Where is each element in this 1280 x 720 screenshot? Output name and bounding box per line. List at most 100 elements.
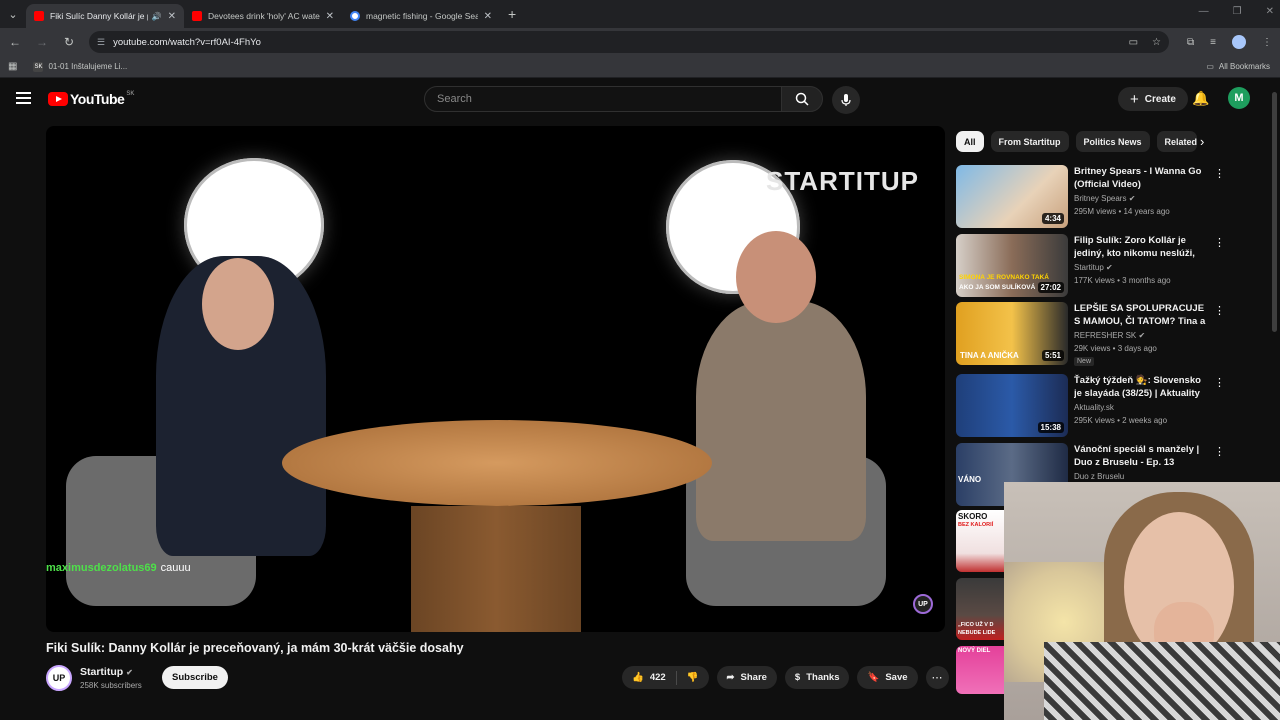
channel-text: REFRESHER SK (1074, 331, 1137, 340)
like-dislike-group: 👍 422 👎 (622, 666, 709, 689)
recommendation-title[interactable]: Filip Sulík: Zoro Kollár je jediný, kto … (1074, 234, 1208, 260)
video-thumbnail[interactable]: SKORO BEZ KALORIÍ (956, 510, 1004, 572)
page-scrollbar[interactable] (1272, 92, 1277, 332)
thanks-label: Thanks (806, 672, 840, 683)
chip-related[interactable]: Related (1156, 131, 1197, 152)
video-thumbnail[interactable]: SIMONA JE ROVNAKO TAKÁ AKO JA SOM SULÍKO… (956, 234, 1068, 297)
search-button[interactable] (781, 86, 823, 112)
new-tab-button[interactable]: + (508, 6, 516, 22)
forward-icon[interactable]: → (30, 35, 54, 49)
thumb-caption: TINA A ANIČKA (960, 351, 1019, 360)
close-tab-icon[interactable]: ✕ (168, 11, 176, 22)
browser-menu-icon[interactable]: ⋮ (1262, 37, 1272, 48)
apps-grid-icon[interactable]: ▦ (8, 61, 17, 72)
close-tab-icon[interactable]: ✕ (326, 11, 334, 22)
minimize-icon[interactable]: — (1199, 6, 1209, 17)
streamer-sweater (1044, 642, 1280, 720)
tab-search-menu[interactable]: ⌄ (0, 0, 26, 28)
tab-1[interactable]: Fiki Sulíc Danny Kollár je pr 🔊 ✕ (26, 4, 184, 28)
voice-search-button[interactable] (832, 86, 860, 114)
video-thumbnail[interactable]: TINA A ANIČKA 5:51 (956, 302, 1068, 365)
youtube-favicon-icon (192, 11, 202, 21)
recommendation-item[interactable]: 15:38 Ťažký týždeň 🧑‍⚖️: Slovensko je sl… (956, 374, 1226, 438)
folder-icon: ▭ (1206, 62, 1214, 71)
close-tab-icon[interactable]: ✕ (484, 11, 492, 22)
like-button[interactable]: 👍 422 (622, 666, 676, 689)
recommendation-title[interactable]: Britney Spears - I Wanna Go (Official Vi… (1074, 165, 1208, 191)
notifications-bell-icon[interactable]: 🔔 (1192, 90, 1209, 107)
recommendation-title[interactable]: LEPŠIE SA SPOLUPRACUJE S MAMOU, ČI TATOM… (1074, 302, 1208, 328)
chip-from-startitup[interactable]: From Startitup (990, 131, 1069, 152)
bookmarks-bar: ▦ SK 01-01 Inštalujeme Li... ▭ All Bookm… (0, 56, 1280, 78)
close-window-icon[interactable]: ✕ (1266, 6, 1274, 17)
more-actions-icon[interactable]: ⋯ (925, 666, 949, 689)
chip-politics-news[interactable]: Politics News (1075, 131, 1150, 152)
more-options-icon[interactable]: ⋮ (1214, 167, 1225, 180)
recommendation-meta: 295K views • 2 weeks ago (1074, 416, 1168, 425)
recommendation-channel: Duo z Bruselu (1074, 472, 1125, 481)
video-thumbnail[interactable]: 15:38 (956, 374, 1068, 437)
youtube-logo[interactable]: YouTube SK (48, 91, 134, 107)
search-input[interactable]: Search (424, 86, 782, 112)
more-options-icon[interactable]: ⋮ (1214, 445, 1225, 458)
recommendation-title[interactable]: Ťažký týždeň 🧑‍⚖️: Slovensko je slayáda … (1074, 374, 1208, 400)
bookmark-label: 01-01 Inštalujeme Li... (48, 62, 128, 71)
all-bookmarks-label: All Bookmarks (1218, 62, 1270, 71)
back-icon[interactable]: ← (3, 35, 27, 49)
channel-avatar[interactable]: UP (46, 665, 72, 691)
thumb-caption: „FICO UŽ V D (958, 622, 994, 628)
cast-icon[interactable]: ▭ (1129, 37, 1138, 48)
webcam-overlay (1004, 482, 1280, 720)
chat-overlay: maximusdezolatus69 cauuu (46, 562, 191, 574)
subscriber-count: 258K subscribers (80, 681, 142, 690)
chat-text: cauuu (160, 562, 191, 574)
dislike-button[interactable]: 👎 (677, 666, 709, 689)
restore-icon[interactable]: ❐ (1233, 6, 1242, 17)
chips-next-arrow-icon[interactable]: › (1200, 134, 1204, 149)
bookmark-item[interactable]: SK 01-01 Inštalujeme Li... (33, 61, 128, 72)
video-player[interactable]: STARTITUP maximusdezolatus69 cauuu UP (46, 126, 945, 632)
site-info-icon[interactable]: ☰ (97, 37, 105, 48)
address-bar[interactable]: ☰ youtube.com/watch?v=rf0AI-4FhYo ▭ ☆ (89, 31, 1169, 53)
new-badge: New (1074, 357, 1095, 366)
video-thumbnail[interactable]: NOVÝ DIEL (956, 646, 1004, 694)
subscribe-button[interactable]: Subscribe (162, 666, 228, 689)
media-icon[interactable]: ≡ (1210, 37, 1216, 48)
verified-icon: ✔ (1128, 194, 1136, 203)
duration-badge: 15:38 (1037, 422, 1064, 433)
save-button[interactable]: 🔖 Save (857, 666, 918, 689)
channel-name[interactable]: Startitup ✔ (80, 666, 133, 678)
duration-badge: 5:51 (1041, 350, 1064, 361)
recommendation-title[interactable]: Vánoční speciál s manžely | Duo z Brusel… (1074, 443, 1208, 469)
channel-watermark[interactable]: UP (913, 594, 933, 614)
recommendation-item[interactable]: 4:34 Britney Spears - I Wanna Go (Offici… (956, 165, 1226, 229)
recommendation-item[interactable]: TINA A ANIČKA 5:51 LEPŠIE SA SPOLUPRACUJ… (956, 302, 1226, 366)
reload-icon[interactable]: ↻ (57, 35, 81, 49)
user-avatar[interactable]: M (1228, 87, 1250, 109)
url-text: youtube.com/watch?v=rf0AI-4FhYo (113, 36, 261, 48)
more-options-icon[interactable]: ⋮ (1214, 236, 1225, 249)
menu-icon[interactable] (16, 92, 31, 104)
all-bookmarks[interactable]: ▭ All Bookmarks (1206, 62, 1270, 71)
verified-icon: ✔ (1138, 331, 1146, 340)
bookmark-star-icon[interactable]: ☆ (1152, 37, 1161, 48)
thanks-button[interactable]: $ Thanks (784, 666, 850, 689)
youtube-header: YouTube SK Search + Create 🔔 M (0, 79, 1280, 119)
tab-3[interactable]: magnetic fishing - Google Sear ✕ (342, 4, 500, 28)
chip-all[interactable]: All (956, 131, 984, 152)
recommendation-item[interactable]: SIMONA JE ROVNAKO TAKÁ AKO JA SOM SULÍKO… (956, 234, 1226, 298)
create-button[interactable]: + Create (1118, 87, 1188, 111)
thumb-caption: NOVÝ DIEL (958, 648, 991, 654)
more-options-icon[interactable]: ⋮ (1214, 304, 1225, 317)
tab-2[interactable]: Devotees drink 'holy' AC water ✕ (184, 4, 342, 28)
region-code: SK (126, 91, 135, 97)
video-thumbnail[interactable]: 4:34 (956, 165, 1068, 228)
share-button[interactable]: ➦ Share (716, 666, 777, 689)
video-thumbnail[interactable]: „FICO UŽ V D NEBUDE LIDE (956, 578, 1004, 640)
profile-icon[interactable] (1231, 35, 1246, 49)
recommendation-channel: REFRESHER SK ✔ (1074, 331, 1145, 340)
speaker-icon[interactable]: 🔊 (152, 12, 162, 21)
more-options-icon[interactable]: ⋮ (1214, 376, 1225, 389)
save-label: Save (885, 672, 908, 683)
extensions-icon[interactable]: ⧉ (1187, 37, 1194, 48)
